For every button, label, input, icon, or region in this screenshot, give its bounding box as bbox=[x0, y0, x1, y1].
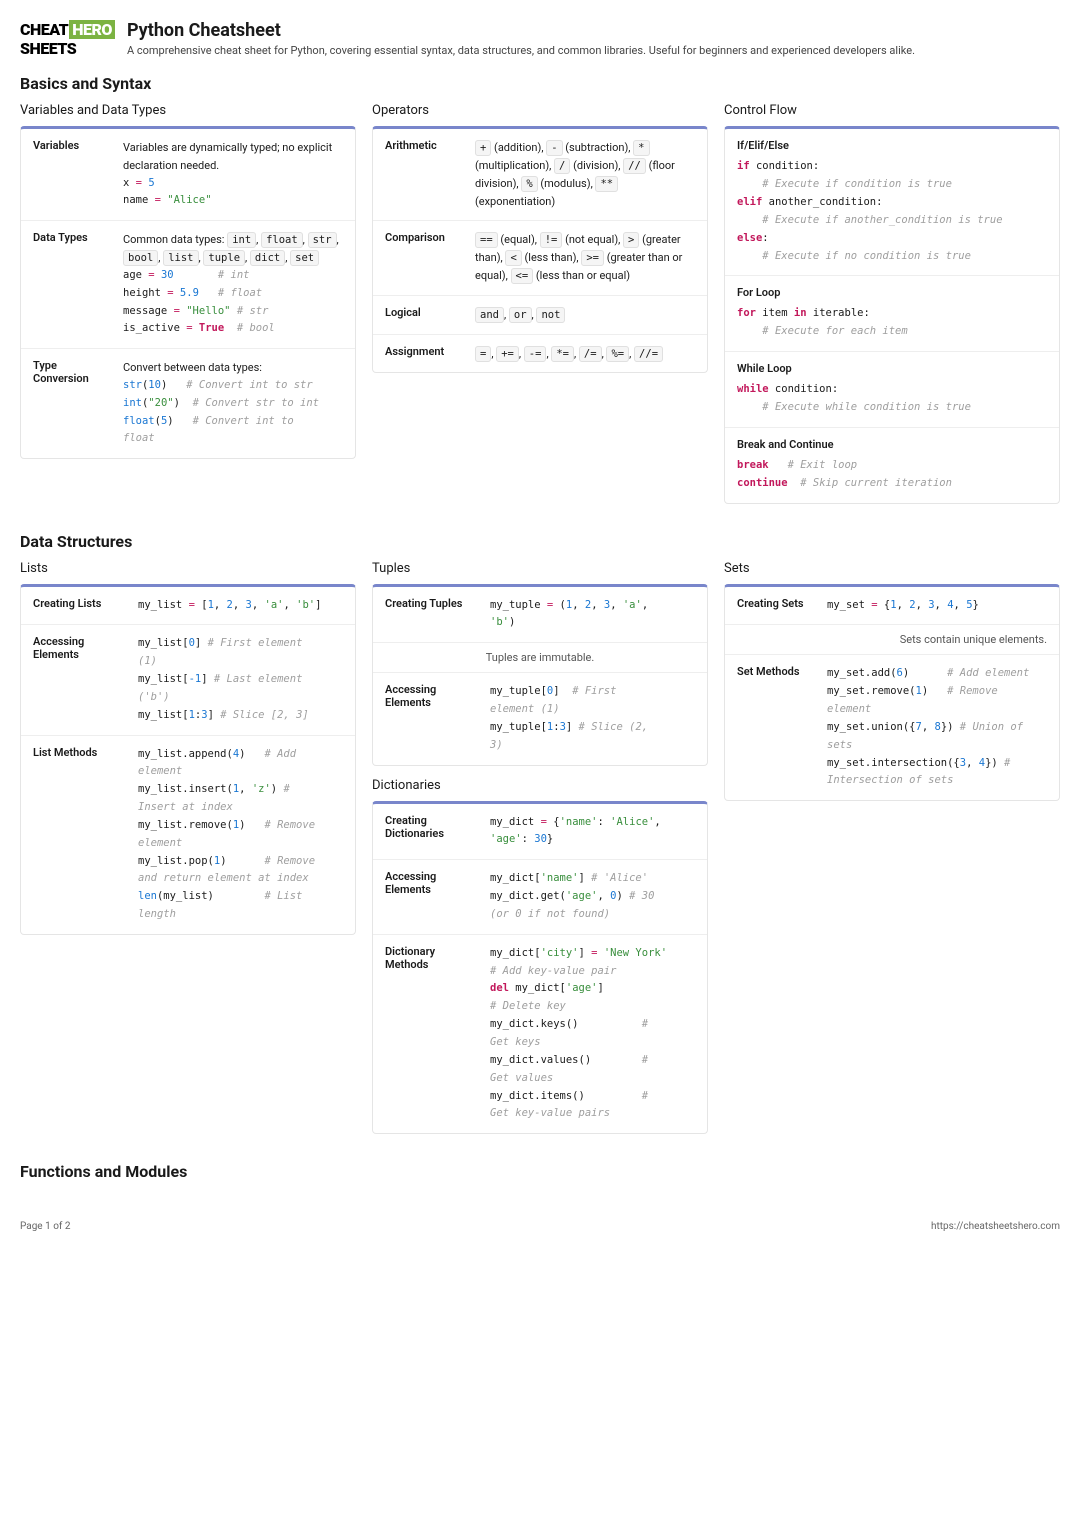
section-funcs-title: Functions and Modules bbox=[20, 1162, 1060, 1181]
code-list-create: my_list = [1, 2, 3, 'a', 'b'] bbox=[138, 597, 343, 615]
vars-title: Variables and Data Types bbox=[20, 103, 356, 118]
col-lists: Lists Creating Lists my_list = [1, 2, 3,… bbox=[20, 561, 356, 948]
footer-link[interactable]: https://cheatsheetshero.com bbox=[931, 1221, 1060, 1232]
sets-title: Sets bbox=[724, 561, 1060, 576]
row-label: Logical bbox=[385, 306, 465, 324]
row-content: == (equal), != (not equal), > (greater t… bbox=[475, 231, 695, 284]
row-content: + (addition), - (subtraction), * (multip… bbox=[475, 139, 695, 210]
row-label: Dictionary Methods bbox=[385, 945, 480, 1123]
header-text: Python Cheatsheet A comprehensive cheat … bbox=[127, 20, 915, 58]
code-dict-access: my_dict['name'] # 'Alice' my_dict.get('a… bbox=[490, 870, 695, 924]
lists-title: Lists bbox=[20, 561, 356, 576]
logo-sheets: SHEETS bbox=[20, 39, 115, 58]
page-header: CHEATHERO SHEETS Python Cheatsheet A com… bbox=[20, 20, 1060, 58]
card-sets: Creating Sets my_set = {1, 2, 3, 4, 5} S… bbox=[724, 584, 1060, 802]
row-label: Assignment bbox=[385, 345, 465, 363]
col-sets: Sets Creating Sets my_set = {1, 2, 3, 4,… bbox=[724, 561, 1060, 814]
col-tuples-dicts: Tuples Creating Tuples my_tuple = (1, 2,… bbox=[372, 561, 708, 1147]
card-dicts: Creating Dictionaries my_dict = {'name':… bbox=[372, 801, 708, 1135]
row-content: and, or, not bbox=[475, 306, 695, 324]
row-label: Creating Tuples bbox=[385, 597, 480, 633]
code-dict-methods: my_dict['city'] = 'New York' # Add key-v… bbox=[490, 945, 695, 1123]
row-label: Comparison bbox=[385, 231, 465, 284]
card-lists: Creating Lists my_list = [1, 2, 3, 'a', … bbox=[20, 584, 356, 936]
section-basics-title: Basics and Syntax bbox=[20, 74, 1060, 93]
block-title: If/Elif/Else bbox=[737, 139, 1047, 152]
card-tuples: Creating Tuples my_tuple = (1, 2, 3, 'a'… bbox=[372, 584, 708, 766]
row-content: Common data types: int, float, str, bool… bbox=[123, 231, 343, 338]
card-variables: Variables Variables are dynamically type… bbox=[20, 126, 356, 459]
code-list-methods: my_list.append(4) # Add element my_list.… bbox=[138, 746, 343, 924]
logo-hero: HERO bbox=[69, 20, 115, 39]
code-datatypes: age = 30 # int height = 5.9 # float mess… bbox=[123, 267, 343, 338]
code-dict-create: my_dict = {'name': 'Alice', 'age': 30} bbox=[490, 814, 695, 850]
row-label: Accessing Elements bbox=[385, 870, 480, 924]
row-content: Convert between data types: str(10) # Co… bbox=[123, 359, 343, 448]
set-note: Sets contain unique elements. bbox=[725, 625, 1059, 655]
code-typeconv: str(10) # Convert int to str int("20") #… bbox=[123, 377, 343, 448]
page-footer: Page 1 of 2 https://cheatsheetshero.com bbox=[20, 1221, 1060, 1232]
section-datastructs-title: Data Structures bbox=[20, 532, 1060, 551]
page-indicator: Page 1 of 2 bbox=[20, 1221, 70, 1232]
row-content: =, +=, -=, *=, /=, %=, //= bbox=[475, 345, 695, 363]
row-label: Creating Sets bbox=[737, 597, 817, 615]
block-title: While Loop bbox=[737, 362, 1047, 375]
page-title: Python Cheatsheet bbox=[127, 20, 915, 41]
code-list-access: my_list[0] # First element (1) my_list[-… bbox=[138, 635, 343, 724]
code-while: while condition: # Execute while conditi… bbox=[737, 381, 1047, 417]
logo: CHEATHERO SHEETS bbox=[20, 20, 115, 58]
tuples-title: Tuples bbox=[372, 561, 708, 576]
tuple-note: Tuples are immutable. bbox=[373, 643, 707, 673]
row-label: Accessing Elements bbox=[385, 683, 480, 754]
row-label: Accessing Elements bbox=[33, 635, 128, 724]
code-set-methods: my_set.add(6) # Add element my_set.remov… bbox=[827, 665, 1047, 790]
row-label: Set Methods bbox=[737, 665, 817, 790]
row-label: Creating Dictionaries bbox=[385, 814, 480, 850]
row-label: Type Conversion bbox=[33, 359, 113, 448]
col-variables: Variables and Data Types Variables Varia… bbox=[20, 103, 356, 471]
code-tuple-access: my_tuple[0] # First element (1) my_tuple… bbox=[490, 683, 695, 754]
block-title: Break and Continue bbox=[737, 438, 1047, 451]
card-operators: Arithmetic + (addition), - (subtraction)… bbox=[372, 126, 708, 373]
row-label: Data Types bbox=[33, 231, 113, 338]
ops-title: Operators bbox=[372, 103, 708, 118]
col-operators: Operators Arithmetic + (addition), - (su… bbox=[372, 103, 708, 385]
row-label: Arithmetic bbox=[385, 139, 465, 210]
logo-cheat: CHEAT bbox=[20, 20, 68, 39]
row-content: Variables are dynamically typed; no expl… bbox=[123, 139, 343, 210]
ctrl-title: Control Flow bbox=[724, 103, 1060, 118]
code-for: for item in iterable: # Execute for each… bbox=[737, 305, 1047, 341]
card-controlflow: If/Elif/Else if condition: # Execute if … bbox=[724, 126, 1060, 503]
dicts-title: Dictionaries bbox=[372, 778, 708, 793]
code-vars: x = 5 name = "Alice" bbox=[123, 175, 343, 211]
code-tuple-create: my_tuple = (1, 2, 3, 'a', 'b') bbox=[490, 597, 695, 633]
page-subtitle: A comprehensive cheat sheet for Python, … bbox=[127, 43, 915, 58]
row-label: Creating Lists bbox=[33, 597, 128, 615]
code-set-create: my_set = {1, 2, 3, 4, 5} bbox=[827, 597, 1047, 615]
code-break: break # Exit loop continue # Skip curren… bbox=[737, 457, 1047, 493]
block-title: For Loop bbox=[737, 286, 1047, 299]
row-label: Variables bbox=[33, 139, 113, 210]
row-label: List Methods bbox=[33, 746, 128, 924]
code-ifelse: if condition: # Execute if condition is … bbox=[737, 158, 1047, 265]
col-controlflow: Control Flow If/Elif/Else if condition: … bbox=[724, 103, 1060, 515]
